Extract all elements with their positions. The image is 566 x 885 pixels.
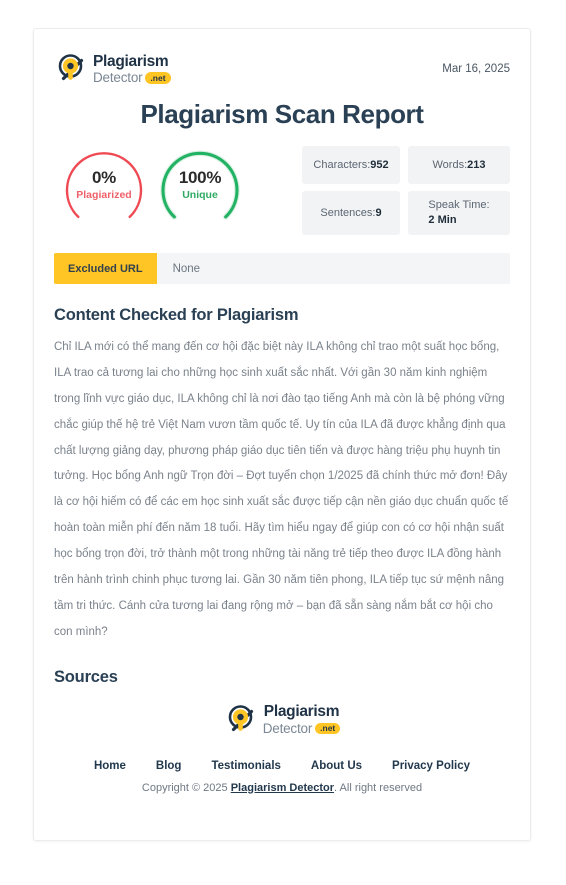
gauge-plagiarized: 0% Plagiarized [62,146,146,230]
brand-name-bottom: Detector [93,70,143,85]
stat-words-value: 213 [467,158,486,171]
gauge-unique-percent: 100% [178,168,222,187]
copyright-brand-link[interactable]: Plagiarism Detector [231,782,334,794]
sources-heading: Sources [54,667,118,686]
magnifier-logo-icon [54,52,88,86]
page-title: Plagiarism Scan Report [140,99,424,129]
stat-speak-time-label: Speak Time: [428,199,490,212]
brand-logo[interactable]: Plagiarism Detector .net [54,52,171,86]
footer-link-privacy-policy[interactable]: Privacy Policy [392,760,470,772]
content-text: Chỉ ILA mới có thể mang đến cơ hội đặc b… [54,341,509,638]
score-gauges: 0% Plagiarized 100% Unique [54,146,242,230]
stat-characters: Characters: 952 [302,146,400,184]
footer-nav: Home Blog Testimonials About Us Privacy … [54,760,510,772]
footer-link-blog[interactable]: Blog [156,760,182,772]
content-heading: Content Checked for Plagiarism [54,306,299,324]
excluded-url-label: Excluded URL [54,253,157,284]
stat-sentences: Sentences: 9 [302,191,400,235]
plagiarism-report-card: Plagiarism Detector .net Mar 16, 2025 Pl… [33,28,531,841]
footer-link-about-us[interactable]: About Us [311,760,362,772]
report-header: Plagiarism Detector .net Mar 16, 2025 [54,47,510,91]
footer-brand-logo[interactable]: Plagiarism Detector .net [224,703,341,737]
footer-link-testimonials[interactable]: Testimonials [211,760,280,772]
brand-name-top: Plagiarism [93,52,169,70]
excluded-url-row: Excluded URL None [54,253,510,284]
stat-words-label: Words: [432,158,468,171]
stat-sentences-value: 9 [375,206,382,219]
stat-characters-value: 952 [370,158,389,171]
gauge-unique: 100% Unique [158,146,242,230]
report-date: Mar 16, 2025 [442,63,510,75]
copyright-prefix: Copyright © 2025 [141,781,231,794]
stat-speak-time: Speak Time: 2 Min [408,191,510,235]
footer-link-home[interactable]: Home [94,760,126,772]
excluded-url-value: None [156,253,510,284]
stats-grid: Characters: 952 Words: 213 Sentences: 9 Spe… [302,146,510,235]
report-footer: Plagiarism Detector .net Home Blog Testi… [54,703,510,794]
stat-characters-label: Characters: [313,158,371,171]
gauge-plagiarized-percent: 0% [92,168,116,187]
copyright-suffix: . All right reserved [334,781,423,794]
gauge-unique-caption: Unique [182,188,218,201]
stat-sentences-label: Sentences: [320,206,376,219]
stat-words: Words: 213 [408,146,510,184]
copyright-text: Copyright © 2025 Plagiarism Detector. Al… [54,782,510,794]
footer-brand-name-top: Plagiarism [263,703,340,720]
footer-brand-tld-badge: .net [315,722,341,734]
brand-tld-badge: .net [145,72,171,84]
gauge-plagiarized-caption: Plagiarized [76,188,132,201]
magnifier-logo-icon [224,703,258,737]
footer-brand-name-bottom: Detector [262,720,313,736]
summary-section: 0% Plagiarized 100% Unique Characters: 9… [54,146,510,235]
stat-speak-time-value: 2 Min [428,214,457,226]
